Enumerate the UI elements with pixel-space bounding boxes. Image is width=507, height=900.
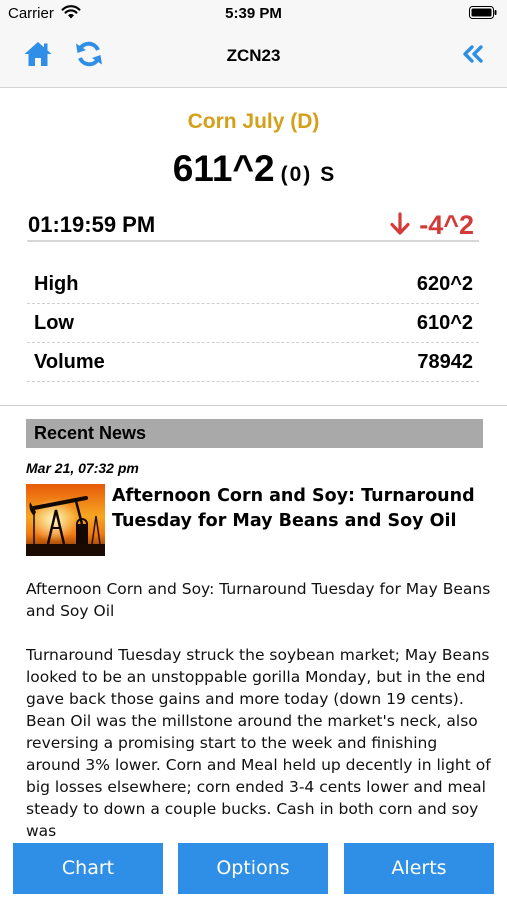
options-button[interactable]: Options [178,843,328,894]
news-thumbnail-oil-pump-image[interactable] [26,484,105,556]
news-date: Mar 21, 07:32 pm [26,460,139,476]
last-price: 611^2 [172,148,275,189]
quote-time: 01:19:59 PM [28,212,156,237]
status-time: 5:39 PM [225,5,282,22]
battery-icon [469,6,497,19]
stat-label: High [34,273,79,295]
bottom-tab-bar: Chart Options Alerts [0,838,507,900]
net-change-group: -4^2 [389,210,474,241]
nav-title: ZCN23 [226,46,281,65]
settlement-flag: S [320,163,335,186]
news-headline[interactable]: Afternoon Corn and Soy: Turnaround Tuesd… [112,484,487,534]
price-row: 611^2 (0) S [0,148,507,190]
news-section-title: Recent News [34,423,147,443]
status-bar: Carrier 5:39 PM [0,0,507,26]
chart-button[interactable]: Chart [13,843,163,894]
stat-label: Volume [34,351,105,373]
contract-name: Corn July (D) [187,110,320,133]
stat-label: Low [34,312,74,334]
stat-row-volume: Volume 78942 [27,343,479,382]
double-chevron-left-icon[interactable] [461,44,485,64]
alerts-button[interactable]: Alerts [344,843,494,894]
stat-row-low: Low 610^2 [27,304,479,343]
down-arrow-icon [390,212,410,235]
stat-row-high: High 620^2 [27,265,479,304]
news-section-header: Recent News [26,419,483,448]
nav-bar: ZCN23 [0,26,507,88]
news-body: Turnaround Tuesday struck the soybean ma… [26,646,491,838]
net-change: -4^2 [419,210,474,240]
price-change-indicator: (0) [280,163,313,186]
quote-time-row: 01:19:59 PM -4^2 [27,210,479,242]
stat-value: 610^2 [416,312,473,334]
stat-value: 78942 [417,351,473,373]
stat-value: 620^2 [416,273,473,295]
section-divider [0,405,507,406]
news-summary: Afternoon Corn and Soy: Turnaround Tuesd… [26,580,491,620]
